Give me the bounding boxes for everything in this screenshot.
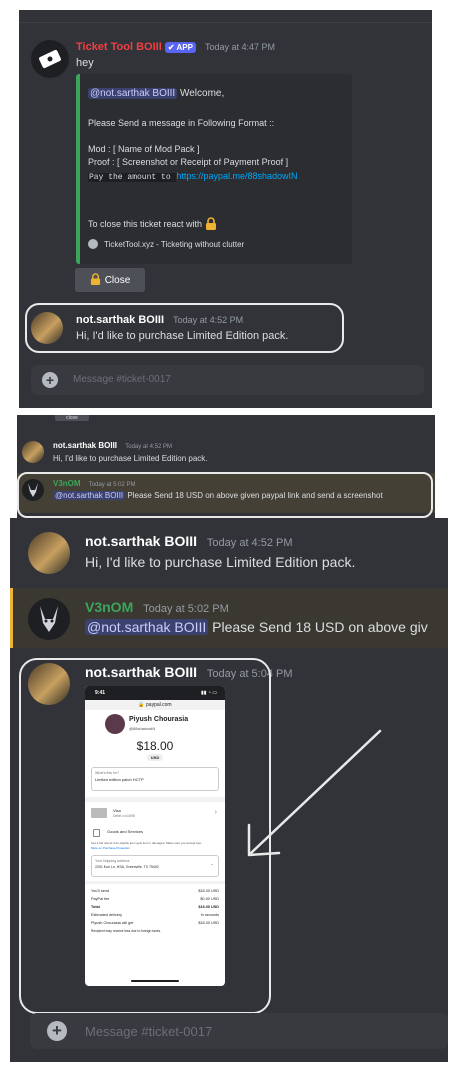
chat-panel-2: close not.sarthak BOIII Today at 4:52 PM… <box>17 415 435 519</box>
summary-row: Total $18.00 USD <box>91 905 219 909</box>
goods-services-row[interactable]: Goods and Services <box>91 827 219 839</box>
pay-code-text: Pay the amount to <box>88 173 177 182</box>
note-label: What's this for? <box>95 771 120 775</box>
status-time: 9:41 <box>95 690 106 696</box>
v3nom-avatar[interactable] <box>22 479 44 501</box>
instruction-text: Please Send a message in Following Forma… <box>88 118 275 128</box>
timestamp: Today at 4:52 PM <box>206 537 293 549</box>
bot-avatar[interactable] <box>31 40 69 78</box>
user-mention[interactable]: @not.sarthak BOIII <box>85 619 209 635</box>
payment-screenshot[interactable]: 9:41 ▮▮ ◔ ▭ 🔒 paypal.com Piyush Chourasi… <box>85 686 225 986</box>
paypal-link[interactable]: https://paypal.me/88shadowIN <box>176 171 297 181</box>
package-icon <box>93 829 100 837</box>
summary-row: Piyush Chourasia will get $18.00 USD <box>91 921 219 925</box>
message-text: Hi, I'd like to purchase Limited Edition… <box>76 330 289 342</box>
tickettool-icon <box>88 239 98 249</box>
note-field[interactable]: What's this for? Limited edition patch H… <box>91 767 219 791</box>
timestamp: Today at 4:52 PM <box>173 315 244 325</box>
payee-avatar <box>105 714 125 734</box>
highlight-circle <box>25 303 344 353</box>
payment-method-row[interactable]: Visa Debit ••••1695 › <box>91 805 219 825</box>
timestamp: Today at 4:47 PM <box>204 42 276 52</box>
protection-link[interactable]: More on Purchase Protection <box>91 846 219 850</box>
message-text: Please Send 18 USD on above given paypal… <box>125 491 383 500</box>
user-avatar[interactable] <box>28 532 70 574</box>
timestamp: Today at 4:52 PM <box>125 444 172 450</box>
app-badge: ✔ APP <box>164 42 196 53</box>
payment-amount: $18.00 <box>136 739 174 753</box>
close-ticket-button[interactable]: Close <box>75 268 145 292</box>
goods-label: Goods and Services <box>107 829 144 834</box>
note-value: Limited edition patch HCTP <box>95 777 144 782</box>
annotation-arrow <box>247 729 382 857</box>
close-button-label: Close <box>104 274 131 286</box>
currency-pill[interactable]: USD <box>146 754 164 761</box>
user-mention[interactable]: @not.sarthak BOIII <box>53 491 126 500</box>
home-indicator <box>131 980 179 982</box>
close-button-fragment[interactable]: close <box>55 415 89 421</box>
shipping-value: 2201 Kuri Ln, HSA, Greenville, TX 75402 <box>95 865 159 869</box>
tax-note: Recipient may receive less due to foreig… <box>91 929 162 933</box>
message-text: Please Send 18 USD on above giv <box>208 619 428 635</box>
user-avatar[interactable] <box>31 312 63 344</box>
phone-status-bar: 9:41 ▮▮ ◔ ▭ <box>85 686 225 700</box>
input-placeholder: Message #ticket-0017 <box>85 1024 213 1039</box>
user-username[interactable]: not.sarthak BOIII <box>53 441 117 450</box>
user-username[interactable]: not.sarthak BOIII <box>85 533 197 549</box>
divider <box>19 22 432 23</box>
chat-panel-1: Ticket Tool BOIII ✔ APP Today at 4:47 PM… <box>19 10 432 408</box>
message-text: Hi, I'd like to purchase Limited Edition… <box>85 554 356 570</box>
shipping-label: Your shipping address <box>95 859 130 863</box>
timestamp: Today at 5:02 PM <box>88 482 136 488</box>
plus-icon[interactable]: + <box>42 372 58 388</box>
mod-format-line: Mod : [ Name of Mod Pack ] <box>88 144 200 154</box>
signal-icons: ▮▮ ◔ ▭ <box>200 690 217 696</box>
message-text: hey <box>76 57 94 69</box>
proof-format-line: Proof : [ Screenshot or Receipt of Payme… <box>88 157 289 167</box>
lock-icon <box>90 272 101 288</box>
message-input[interactable]: + Message #ticket-0017 <box>30 1013 448 1049</box>
card-sub: Debit ••••1695 <box>113 814 135 818</box>
close-instruction: To close this ticket react with <box>88 218 203 229</box>
payee-handle: @88shadowIN <box>129 726 156 731</box>
shipping-field[interactable]: Your shipping address 2201 Kuri Ln, HSA,… <box>91 855 219 877</box>
timestamp: Today at 5:02 PM <box>143 603 229 615</box>
chat-panel-3: not.sarthak BOIII Today at 4:52 PM Hi, I… <box>10 518 448 1062</box>
card-icon <box>91 808 107 818</box>
summary-row: Estimated delivery In seconds <box>91 913 219 917</box>
embed-footer: TicketTool.xyz - Ticketing without clutt… <box>104 239 245 249</box>
v3nom-username[interactable]: V3nOM <box>85 599 133 615</box>
summary-row: PayPal fee $0.00 USD <box>91 897 219 901</box>
payee-name: Piyush Chourasia <box>129 716 189 723</box>
user-username[interactable]: not.sarthak BOIII <box>76 314 164 326</box>
message-input[interactable]: + Message #ticket-0017 <box>31 365 424 395</box>
plus-icon[interactable]: + <box>47 1021 67 1041</box>
chevron-right-icon: › <box>214 809 217 816</box>
message-text: Hi, I'd like to purchase Limited Edition… <box>53 454 208 463</box>
lock-icon <box>205 217 217 232</box>
summary-row: You'll send $18.00 USD <box>91 889 219 893</box>
v3nom-username[interactable]: V3nOM <box>53 479 81 488</box>
chevron-down-icon: ⌄ <box>209 861 214 867</box>
protection-text: Get a full refund if an eligible item ge… <box>91 841 202 845</box>
bot-username[interactable]: Ticket Tool BOIII <box>76 41 162 53</box>
browser-url: 🔒 paypal.com <box>85 700 225 710</box>
user-mention[interactable]: @not.sarthak BOIII <box>88 88 178 99</box>
input-placeholder: Message #ticket-0017 <box>73 374 171 385</box>
ticket-embed: @not.sarthak BOIII Welcome, Please Send … <box>76 74 352 264</box>
card-label: Visa <box>113 808 121 813</box>
payment-summary: You'll send $18.00 USD PayPal fee $0.00 US… <box>91 887 219 935</box>
v3nom-avatar[interactable] <box>28 598 70 640</box>
welcome-text: Welcome, <box>177 88 225 99</box>
mention-highlight-row <box>10 588 448 648</box>
user-avatar[interactable] <box>22 441 44 463</box>
